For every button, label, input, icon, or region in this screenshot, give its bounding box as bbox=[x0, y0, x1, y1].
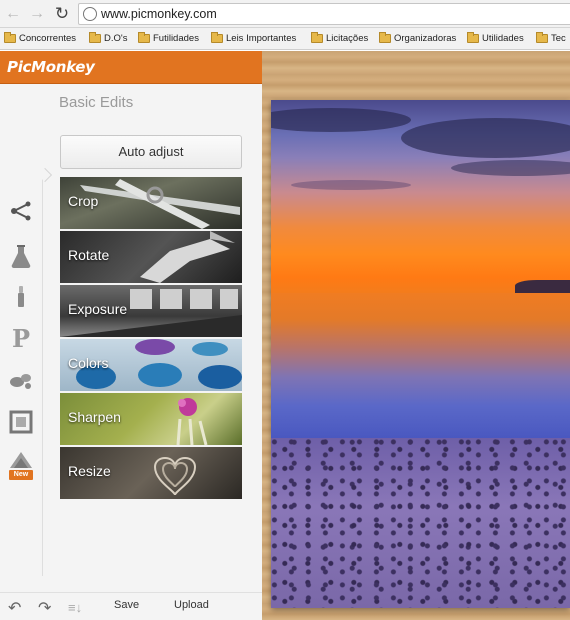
exposure-tile[interactable]: Exposure bbox=[60, 285, 242, 337]
crop-label: Crop bbox=[68, 193, 99, 209]
touch-up-icon[interactable] bbox=[8, 284, 34, 310]
resize-label: Resize bbox=[68, 463, 111, 479]
sharpen-label: Sharpen bbox=[68, 409, 121, 425]
sunset-photo[interactable] bbox=[271, 100, 570, 608]
bookmark-folder[interactable]: Tec bbox=[534, 31, 566, 47]
panel-title: Basic Edits bbox=[59, 94, 134, 111]
folder-icon bbox=[536, 32, 548, 43]
picmonkey-logo[interactable]: PicMonkey bbox=[7, 58, 95, 76]
text-icon[interactable]: P bbox=[8, 326, 34, 352]
rotate-label: Rotate bbox=[68, 247, 110, 263]
history-icon[interactable]: ≡↓ bbox=[68, 600, 82, 615]
save-button[interactable]: Save bbox=[114, 599, 139, 611]
photo-cloud bbox=[401, 118, 570, 158]
undo-icon[interactable]: ↶ bbox=[8, 598, 21, 618]
globe-icon bbox=[83, 7, 97, 21]
frames-icon[interactable] bbox=[8, 410, 34, 436]
url-text: www.picmonkey.com bbox=[101, 7, 217, 21]
photo-horizon-land bbox=[515, 280, 570, 294]
folder-icon bbox=[138, 32, 150, 43]
bookmark-folder[interactable]: Concorrentes bbox=[2, 31, 76, 47]
bottom-action-bar: ↶ ↷ ≡↓ Save Upload bbox=[0, 592, 262, 620]
folder-icon bbox=[467, 32, 479, 43]
crop-tile[interactable]: Crop bbox=[60, 177, 242, 229]
exposure-label: Exposure bbox=[68, 301, 128, 317]
photo-cloud bbox=[291, 180, 411, 190]
bookmark-folder[interactable]: Organizadoras bbox=[377, 31, 456, 47]
app-header: PicMonkey bbox=[0, 51, 262, 84]
colors-tile[interactable]: Colors bbox=[60, 339, 242, 391]
edit-panel: Basic Edits Auto adjust P New Crop Rotat… bbox=[0, 84, 262, 620]
browser-toolbar: ← → ↻ www.picmonkey.com bbox=[0, 0, 570, 28]
photo-sky bbox=[271, 100, 570, 293]
colors-label: Colors bbox=[68, 355, 109, 371]
folder-icon bbox=[311, 32, 323, 43]
auto-adjust-button[interactable]: Auto adjust bbox=[60, 135, 242, 169]
bookmark-folder[interactable]: Licitações bbox=[309, 31, 368, 47]
bookmark-folder[interactable]: Utilidades bbox=[465, 31, 524, 47]
folder-icon bbox=[379, 32, 391, 43]
folder-icon bbox=[89, 32, 101, 43]
folder-icon bbox=[211, 32, 223, 43]
resize-tile[interactable]: Resize bbox=[60, 447, 242, 499]
photo-shore bbox=[271, 438, 570, 608]
bookmarks-bar: Concorrentes D.O's Futilidades Leis Impo… bbox=[0, 28, 570, 50]
sharpen-tile[interactable]: Sharpen bbox=[60, 393, 242, 445]
panel-divider bbox=[42, 176, 43, 576]
back-arrow-icon[interactable]: ← bbox=[4, 5, 22, 23]
reload-icon[interactable]: ↻ bbox=[53, 5, 71, 23]
photo-water bbox=[271, 293, 570, 438]
address-bar[interactable]: www.picmonkey.com bbox=[78, 3, 570, 25]
editing-canvas[interactable] bbox=[262, 51, 570, 620]
bookmark-folder[interactable]: Futilidades bbox=[136, 31, 199, 47]
basic-edits-icon[interactable] bbox=[8, 199, 34, 225]
overlays-icon[interactable] bbox=[8, 369, 34, 395]
photo-cloud bbox=[451, 160, 570, 176]
forward-arrow-icon[interactable]: → bbox=[28, 5, 46, 23]
textures-icon[interactable]: New bbox=[8, 450, 34, 482]
photo-cloud bbox=[271, 108, 411, 132]
bookmark-folder[interactable]: Leis Importantes bbox=[209, 31, 296, 47]
bookmark-folder[interactable]: D.O's bbox=[87, 31, 127, 47]
effects-icon[interactable] bbox=[8, 244, 34, 270]
redo-icon[interactable]: ↷ bbox=[38, 598, 51, 618]
panel-divider-notch bbox=[37, 167, 53, 183]
basic-edits-list: Crop Rotate Exposure Colors Sharpen Resi… bbox=[60, 177, 242, 501]
rotate-tile[interactable]: Rotate bbox=[60, 231, 242, 283]
upload-button[interactable]: Upload bbox=[174, 599, 209, 611]
folder-icon bbox=[4, 32, 16, 43]
new-badge: New bbox=[9, 470, 33, 480]
